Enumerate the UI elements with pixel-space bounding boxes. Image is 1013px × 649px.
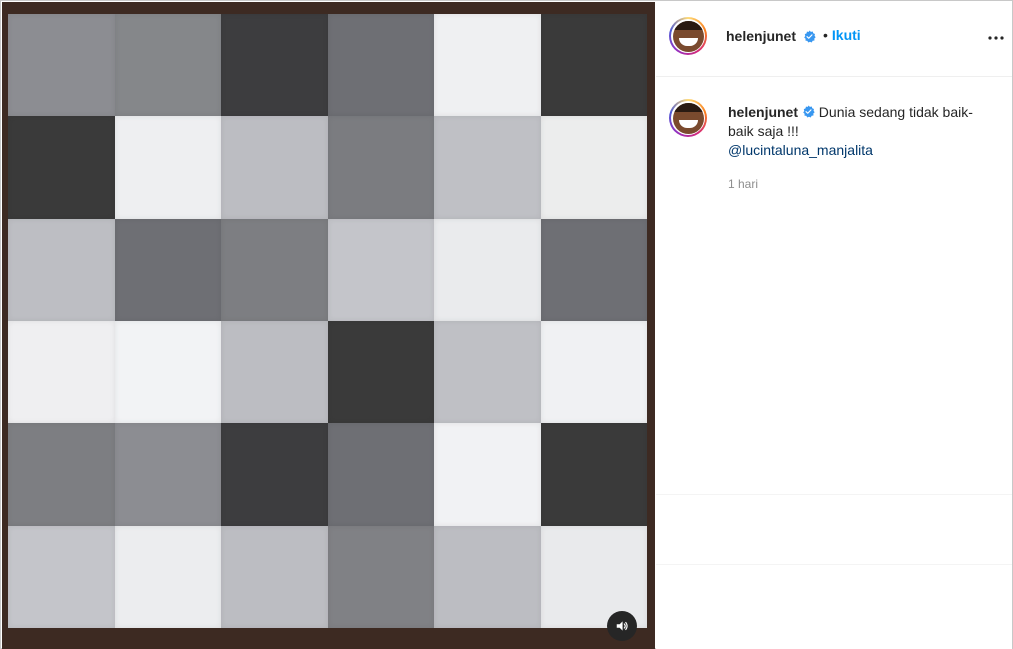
author-avatar[interactable] <box>669 17 707 55</box>
separator-dot: • <box>823 27 828 43</box>
post-modal: helenjunet • Ikuti helenjunet Dunia sedan… <box>0 0 1013 649</box>
sound-toggle-button[interactable] <box>607 611 637 641</box>
video-frame-tile <box>221 218 328 321</box>
video-frame-tile <box>114 321 221 424</box>
avatar-photo <box>672 20 704 52</box>
verified-badge-icon <box>803 105 815 118</box>
video-frame-tile <box>8 218 115 321</box>
post-media[interactable] <box>2 2 655 649</box>
video-frame-tile <box>434 116 541 219</box>
video-frame-tile <box>434 218 541 321</box>
video-frame-tile <box>8 116 115 219</box>
video-frame-grid <box>8 14 647 628</box>
video-frame-tile <box>8 525 115 628</box>
verified-badge-icon <box>804 30 816 43</box>
video-frame-tile <box>114 525 221 628</box>
more-options-icon[interactable] <box>987 28 1005 48</box>
video-frame-tile <box>114 116 221 219</box>
video-frame-tile <box>327 218 434 321</box>
video-frame-tile <box>114 14 221 117</box>
video-frame-tile <box>434 423 541 526</box>
video-frame-tile <box>327 14 434 117</box>
post-caption: helenjunet Dunia sedang tidak baik-baik … <box>728 103 998 160</box>
video-frame-tile <box>114 218 221 321</box>
video-frame-tile <box>540 525 647 628</box>
video-frame-tile <box>434 525 541 628</box>
post-timestamp[interactable]: 1 hari <box>728 177 758 191</box>
divider <box>656 494 1012 495</box>
video-frame-tile <box>327 525 434 628</box>
video-frame-tile <box>221 116 328 219</box>
video-frame-tile <box>327 423 434 526</box>
video-frame-tile <box>540 321 647 424</box>
video-frame-tile <box>540 14 647 117</box>
follow-button[interactable]: • Ikuti <box>823 27 861 43</box>
video-frame-tile <box>540 423 647 526</box>
caption-mention-link[interactable]: @lucintaluna_manjalita <box>728 142 873 158</box>
post-header: helenjunet • Ikuti <box>656 2 1012 77</box>
video-frame-tile <box>221 525 328 628</box>
avatar-photo <box>672 102 704 134</box>
video-frame-tile <box>327 321 434 424</box>
video-frame-tile <box>114 423 221 526</box>
video-frame-tile <box>8 14 115 117</box>
follow-label: Ikuti <box>831 27 861 43</box>
author-username[interactable]: helenjunet <box>726 28 796 44</box>
video-frame-tile <box>327 116 434 219</box>
divider <box>656 564 1012 565</box>
video-frame-tile <box>540 218 647 321</box>
post-side-panel: helenjunet • Ikuti helenjunet Dunia sedan… <box>656 2 1012 649</box>
video-frame-tile <box>434 321 541 424</box>
video-frame-tile <box>434 14 541 117</box>
video-frame-tile <box>8 321 115 424</box>
video-frame-tile <box>221 321 328 424</box>
video-frame-tile <box>540 116 647 219</box>
video-frame-tile <box>221 14 328 117</box>
caption-author-avatar[interactable] <box>669 99 707 137</box>
caption-username[interactable]: helenjunet <box>728 104 798 120</box>
video-frame-tile <box>8 423 115 526</box>
speaker-icon <box>616 621 628 631</box>
video-frame-tile <box>221 423 328 526</box>
